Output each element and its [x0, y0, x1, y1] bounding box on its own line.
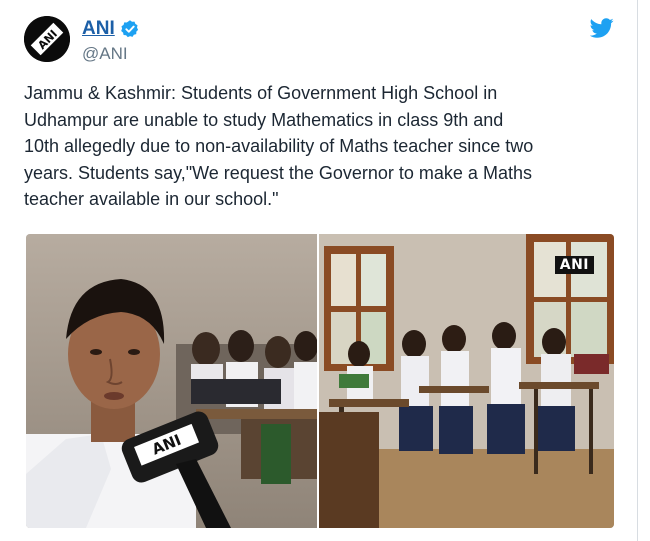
author-handle[interactable]: @ANI — [82, 44, 128, 64]
author-avatar[interactable]: ANI — [24, 16, 70, 62]
tweet-text-line: Udhampur are unable to study Mathematics… — [24, 109, 504, 130]
ani-watermark: ANI — [554, 256, 594, 274]
classroom-photo[interactable]: ANI — [319, 234, 614, 528]
twitter-bird-icon[interactable] — [590, 16, 614, 40]
student-interview-photo[interactable]: ANI — [26, 234, 317, 528]
verified-badge-icon — [120, 20, 138, 38]
author-name-row: ANI — [82, 18, 140, 40]
author-name[interactable]: ANI — [82, 18, 115, 40]
tweet-text-line: teacher available in our school." — [24, 189, 279, 209]
tweet-text-line: years. Students say,"We request the Gove… — [24, 162, 532, 183]
tweet-header: ANI ANI @ANI — [24, 16, 624, 66]
tweet-media[interactable]: ANI ANI — [26, 234, 614, 528]
card-right-border — [637, 0, 638, 541]
tweet-text-line: 10th allegedly due to non-availability o… — [24, 136, 534, 156]
tweet-text: Jammu & Kashmir: Students of Government … — [24, 80, 624, 213]
tweet-text-line: Jammu & Kashmir: Students of Government … — [24, 83, 498, 103]
